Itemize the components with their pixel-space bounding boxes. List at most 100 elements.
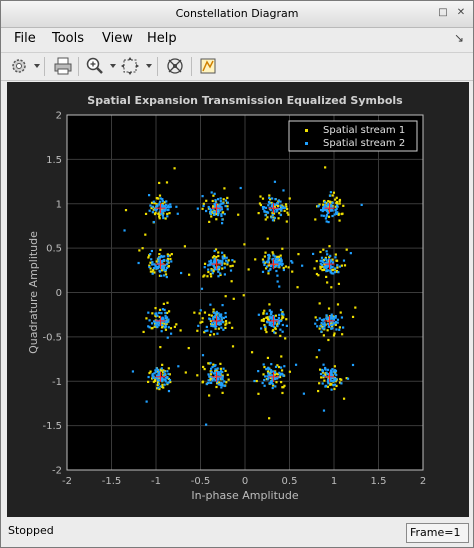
stream-2-point — [207, 205, 210, 209]
stream-2-point — [266, 367, 269, 370]
stream-2-point — [166, 215, 169, 218]
menu-tools[interactable]: Tools — [52, 31, 84, 46]
autoscale-dropdown-icon[interactable] — [146, 64, 152, 68]
stream-1-point — [313, 267, 316, 270]
stream-2-point — [223, 380, 226, 383]
stream-2-point — [158, 269, 161, 273]
menu-view[interactable]: View — [102, 31, 133, 46]
stream-1-point — [266, 370, 270, 373]
gear-icon[interactable] — [9, 56, 29, 76]
stream-2-point — [163, 370, 166, 373]
y-tick-label: -0.5 — [42, 332, 62, 343]
settings-dropdown-icon[interactable] — [34, 64, 40, 68]
x-tick-label: 0 — [242, 476, 248, 487]
printer-icon[interactable] — [53, 56, 73, 76]
legend[interactable]: Spatial stream 1 Spatial stream 2 — [288, 120, 418, 152]
stream-2-point — [209, 361, 212, 365]
stream-1-point — [166, 301, 169, 304]
stream-2-point — [161, 209, 164, 213]
stream-2-point — [257, 370, 260, 373]
stream-1-point — [280, 380, 283, 384]
stream-2-point — [261, 381, 264, 385]
stream-2-point — [148, 209, 151, 212]
stream-2-point — [262, 363, 265, 366]
stream-1-point — [187, 346, 190, 350]
dock-arrow-icon[interactable]: ↘ — [453, 32, 465, 44]
stream-2-point — [330, 379, 333, 382]
stream-1-point — [175, 323, 178, 326]
stream-1-point — [260, 319, 263, 322]
zoom-in-icon[interactable] — [85, 56, 105, 76]
stream-2-point — [321, 319, 325, 322]
toolbar-separator — [157, 57, 158, 76]
stream-2-point — [270, 363, 273, 366]
stream-2-point — [334, 267, 337, 270]
stream-2-point — [152, 220, 155, 224]
stream-1-point — [164, 217, 167, 220]
stream-1-point — [242, 294, 245, 297]
constellation-chart[interactable]: -2 -1.5 -1 -0.5 0 0.5 1 1.5 2 -2 -1.5 -1 -0.5 0 0.5 1 1.… — [7, 82, 469, 517]
stream-2-point — [164, 314, 167, 317]
stream-1-point — [268, 303, 271, 306]
stream-1-point — [277, 217, 280, 220]
menu-file[interactable]: File — [14, 31, 36, 46]
stream-2-point — [206, 329, 209, 332]
stream-2-point — [221, 375, 224, 378]
stream-1-point — [262, 319, 265, 323]
stream-2-point — [151, 205, 154, 208]
stream-2-point — [265, 312, 268, 315]
stream-2-point — [150, 249, 153, 253]
stream-2-point — [221, 255, 224, 258]
menu-help[interactable]: Help — [147, 31, 177, 46]
stream-2-point — [225, 256, 228, 259]
x-tick-label: 1 — [331, 476, 337, 487]
stream-2-point — [200, 287, 204, 290]
stream-1-point — [209, 373, 213, 376]
toolbar — [1, 52, 473, 81]
constellation-reference-icon[interactable] — [165, 56, 185, 76]
stream-1-point — [158, 252, 161, 256]
stream-2-point — [220, 386, 223, 389]
x-tick-label: 2 — [420, 476, 426, 487]
close-icon[interactable]: ✕ — [455, 7, 467, 19]
autoscale-icon[interactable] — [120, 56, 140, 76]
zoom-dropdown-icon[interactable] — [110, 64, 116, 68]
x-tick-label: 0.5 — [282, 476, 298, 487]
stream-1-point — [264, 328, 267, 331]
stream-2-point — [151, 211, 154, 214]
stream-1-point — [318, 382, 321, 385]
stream-2-point — [217, 383, 220, 386]
stream-2-point — [302, 392, 306, 395]
stream-2-point — [269, 369, 273, 372]
stream-2-point — [210, 330, 213, 333]
stream-2-point — [261, 205, 265, 209]
stream-1-point — [282, 266, 285, 270]
stream-2-point — [281, 373, 284, 376]
measurements-icon[interactable] — [198, 56, 218, 76]
stream-2-point — [147, 194, 151, 197]
stream-2-point — [169, 205, 172, 208]
stream-2-point — [326, 373, 329, 376]
stream-1-point — [221, 267, 224, 270]
stream-1-point — [284, 265, 287, 268]
maximize-icon[interactable]: □ — [437, 7, 449, 19]
stream-1-point — [243, 243, 246, 246]
stream-2-point — [217, 261, 220, 264]
stream-1-point — [318, 327, 321, 330]
stream-2-point — [205, 209, 208, 213]
stream-2-point — [161, 308, 165, 311]
stream-1-point — [202, 202, 205, 205]
stream-2-point — [334, 377, 337, 381]
stream-1-point — [211, 199, 214, 203]
stream-2-point — [276, 202, 279, 205]
stream-1-point — [296, 286, 299, 289]
stream-2-point — [321, 260, 324, 263]
stream-1-point — [221, 391, 224, 394]
stream-1-point — [335, 259, 338, 262]
stream-2-point — [221, 218, 224, 221]
stream-1-point — [328, 245, 331, 248]
stream-2-point — [291, 261, 294, 264]
stream-1-point — [257, 212, 260, 215]
stream-2-point — [320, 256, 324, 259]
stream-1-point — [324, 166, 327, 169]
